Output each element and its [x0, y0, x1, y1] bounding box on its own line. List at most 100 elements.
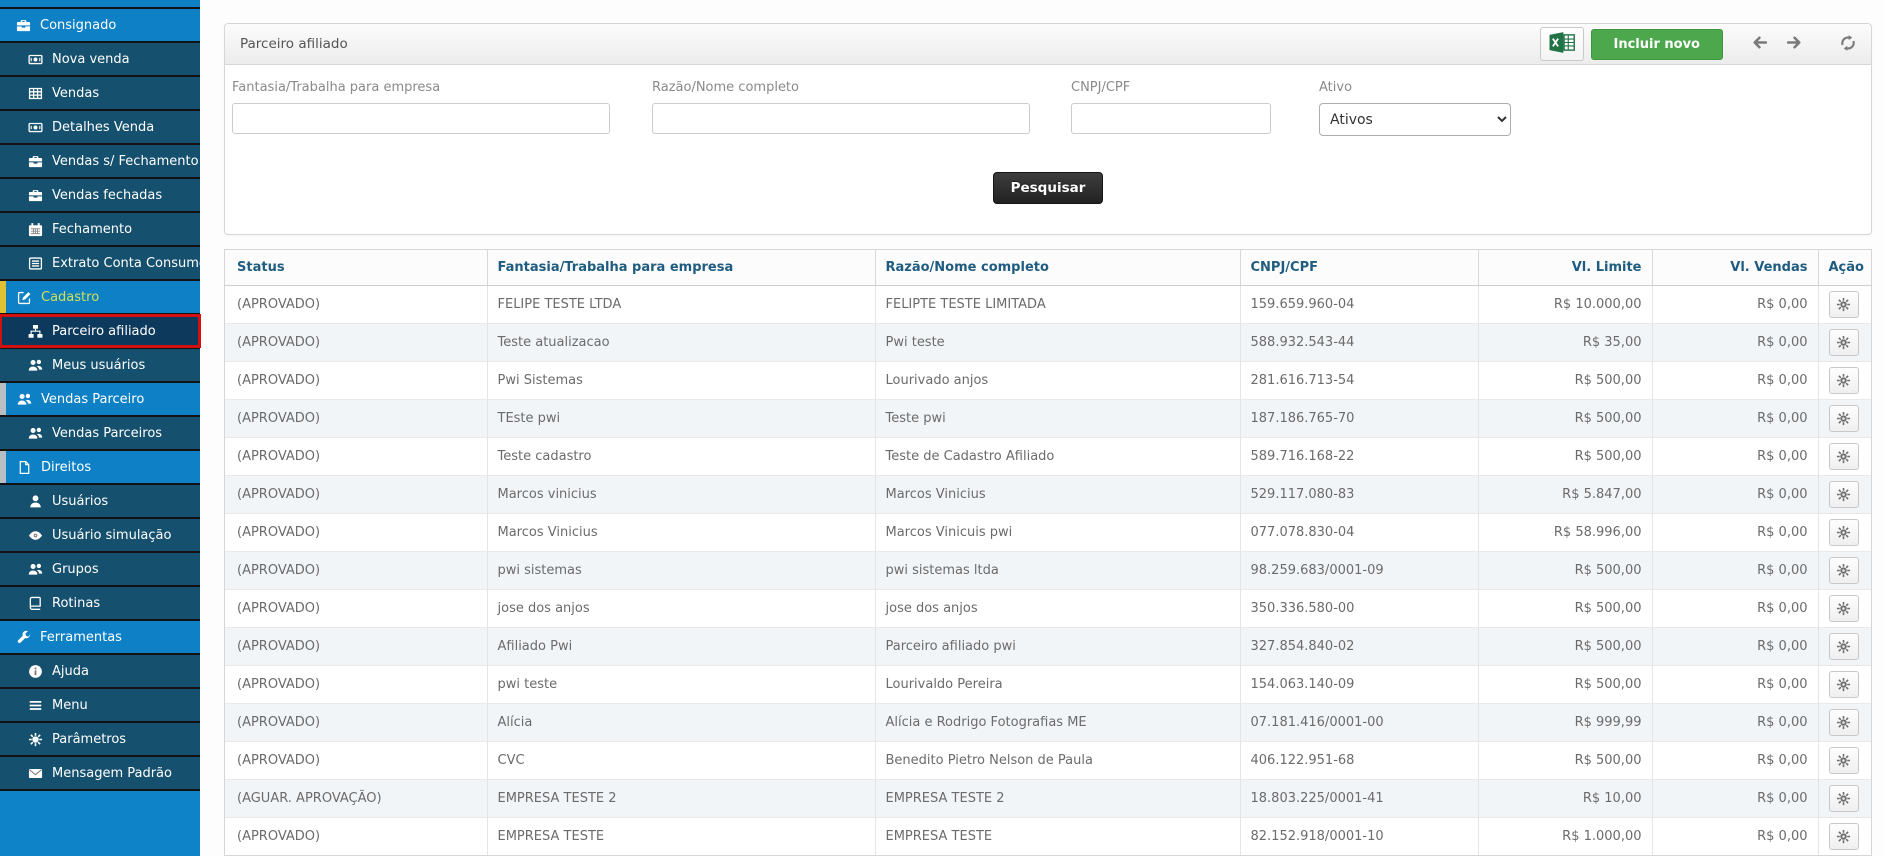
sidebar-item-rotinas[interactable]: Rotinas [0, 587, 200, 619]
sidebar-item-parceiro-afiliado[interactable]: Parceiro afiliado [0, 315, 200, 347]
status-cell: (APROVADO) [225, 590, 487, 628]
cnpj-cell: 281.616.713-54 [1240, 362, 1478, 400]
sidebar-item-usuario-simulacao[interactable]: Usuário simulação [0, 519, 200, 551]
vl-vendas-cell: R$ 0,00 [1652, 628, 1818, 666]
info-icon [27, 663, 43, 679]
sidebar-item-vendas-fechadas[interactable]: Vendas fechadas [0, 179, 200, 211]
row-actions-button[interactable] [1829, 747, 1859, 774]
razao-cell: Teste de Cadastro Afiliado [875, 438, 1240, 476]
sidebar-item-label: Vendas fechadas [52, 188, 162, 203]
bars-icon [27, 697, 43, 713]
sidebar-item-parametros[interactable]: Parâmetros [0, 723, 200, 755]
vl-limite-cell: R$ 500,00 [1478, 400, 1652, 438]
table-row: (AGUAR. APROVAÇÃO)EMPRESA TESTE 2EMPRESA… [225, 780, 1871, 818]
sidebar-item-cadastro[interactable]: Cadastro [0, 281, 200, 313]
prev-page-button[interactable] [1747, 32, 1773, 56]
sidebar-item-extrato-conta-consumo[interactable]: Extrato Conta Consumo [0, 247, 200, 279]
sidebar-item-menu[interactable]: Menu [0, 689, 200, 721]
table-icon [27, 85, 43, 101]
cnpj-cell: 07.181.416/0001-00 [1240, 704, 1478, 742]
field-label: Ativo [1319, 80, 1511, 95]
table-row: (APROVADO)Marcos ViniciusMarcos Vinicuis… [225, 514, 1871, 552]
row-actions-button[interactable] [1829, 443, 1859, 470]
briefcase-icon [27, 187, 43, 203]
ativo-select[interactable]: Ativos [1319, 103, 1511, 136]
row-actions-button[interactable] [1829, 633, 1859, 660]
vl-limite-cell: R$ 35,00 [1478, 324, 1652, 362]
row-actions-button[interactable] [1829, 291, 1859, 318]
column-header-7: Ação [1818, 250, 1871, 286]
cnpj-cell: 159.659.960-04 [1240, 286, 1478, 324]
cnpj-input[interactable] [1071, 103, 1271, 134]
sidebar-item-ajuda[interactable]: Ajuda [0, 655, 200, 687]
cnpj-cell: 327.854.840-02 [1240, 628, 1478, 666]
fantasia-input[interactable] [232, 103, 610, 134]
next-page-button[interactable] [1781, 32, 1807, 56]
export-excel-button[interactable] [1540, 27, 1584, 61]
vl-vendas-cell: R$ 0,00 [1652, 666, 1818, 704]
row-actions-button[interactable] [1829, 329, 1859, 356]
sidebar-top-strip [0, 0, 200, 7]
cnpj-cell: 82.152.918/0001-10 [1240, 818, 1478, 856]
row-actions-button[interactable] [1829, 557, 1859, 584]
vl-limite-cell: R$ 1.000,00 [1478, 818, 1652, 856]
razao-input[interactable] [652, 103, 1030, 134]
sidebar-item-label: Vendas Parceiro [41, 392, 144, 407]
sidebar-item-mensagem-padrao[interactable]: Mensagem Padrão [0, 757, 200, 789]
sidebar-item-vendas[interactable]: Vendas [0, 77, 200, 109]
sidebar-item-label: Consignado [40, 18, 116, 33]
table-row: (APROVADO)EMPRESA TESTEEMPRESA TESTE82.1… [225, 818, 1871, 856]
wrench-icon [15, 629, 31, 645]
sidebar-item-meus-usuarios[interactable]: Meus usuários [0, 349, 200, 381]
status-cell: (APROVADO) [225, 286, 487, 324]
sidebar-item-fechamento[interactable]: Fechamento [0, 213, 200, 245]
vl-vendas-cell: R$ 0,00 [1652, 552, 1818, 590]
action-cell [1818, 362, 1871, 400]
vl-vendas-cell: R$ 0,00 [1652, 286, 1818, 324]
sidebar-item-detalhes-venda[interactable]: Detalhes Venda [0, 111, 200, 143]
row-actions-button[interactable] [1829, 519, 1859, 546]
sidebar-item-label: Meus usuários [52, 358, 145, 373]
row-actions-button[interactable] [1829, 595, 1859, 622]
sidebar-item-nova-venda[interactable]: Nova venda [0, 43, 200, 75]
gear-icon [1836, 297, 1851, 312]
search-row: Pesquisar [232, 172, 1864, 204]
sidebar-item-usuarios[interactable]: Usuários [0, 485, 200, 517]
action-cell [1818, 628, 1871, 666]
row-actions-button[interactable] [1829, 823, 1859, 850]
sidebar-item-label: Usuário simulação [52, 528, 171, 543]
row-actions-button[interactable] [1829, 785, 1859, 812]
vl-vendas-cell: R$ 0,00 [1652, 476, 1818, 514]
sidebar-item-ferramentas[interactable]: Ferramentas [0, 621, 200, 653]
sidebar-item-grupos[interactable]: Grupos [0, 553, 200, 585]
row-actions-button[interactable] [1829, 481, 1859, 508]
row-actions-button[interactable] [1829, 367, 1859, 394]
sidebar-item-vendas-parceiro[interactable]: Vendas Parceiro [0, 383, 200, 415]
table-row: (APROVADO)TEste pwiTeste pwi187.186.765-… [225, 400, 1871, 438]
briefcase-icon [27, 153, 43, 169]
sidebar-item-consignado[interactable]: Consignado [0, 9, 200, 41]
pesquisar-button[interactable]: Pesquisar [993, 172, 1104, 204]
table-row: (APROVADO)FELIPE TESTE LTDAFELIPTE TESTE… [225, 286, 1871, 324]
razao-cell: Benedito Pietro Nelson de Paula [875, 742, 1240, 780]
book-icon [27, 595, 43, 611]
sidebar-item-label: Parceiro afiliado [52, 324, 156, 339]
action-cell [1818, 552, 1871, 590]
table-row: (APROVADO)Teste cadastroTeste de Cadastr… [225, 438, 1871, 476]
fantasia-cell: Marcos Vinicius [487, 514, 875, 552]
incluir-novo-button[interactable]: Incluir novo [1591, 29, 1724, 60]
action-cell [1818, 476, 1871, 514]
sidebar-item-vendas-parceiros[interactable]: Vendas Parceiros [0, 417, 200, 449]
sidebar-item-direitos[interactable]: Direitos [0, 451, 200, 483]
fantasia-cell: Marcos vinicius [487, 476, 875, 514]
sidebar-item-vendas-s-fechamento[interactable]: Vendas s/ Fechamento [0, 145, 200, 177]
row-actions-button[interactable] [1829, 709, 1859, 736]
row-actions-button[interactable] [1829, 405, 1859, 432]
arrow-left-icon [1751, 34, 1769, 54]
vl-limite-cell: R$ 10.000,00 [1478, 286, 1652, 324]
refresh-button[interactable] [1835, 32, 1861, 57]
row-actions-button[interactable] [1829, 671, 1859, 698]
gear-icon [1836, 639, 1851, 654]
list-icon [27, 255, 43, 271]
vl-limite-cell: R$ 500,00 [1478, 552, 1652, 590]
